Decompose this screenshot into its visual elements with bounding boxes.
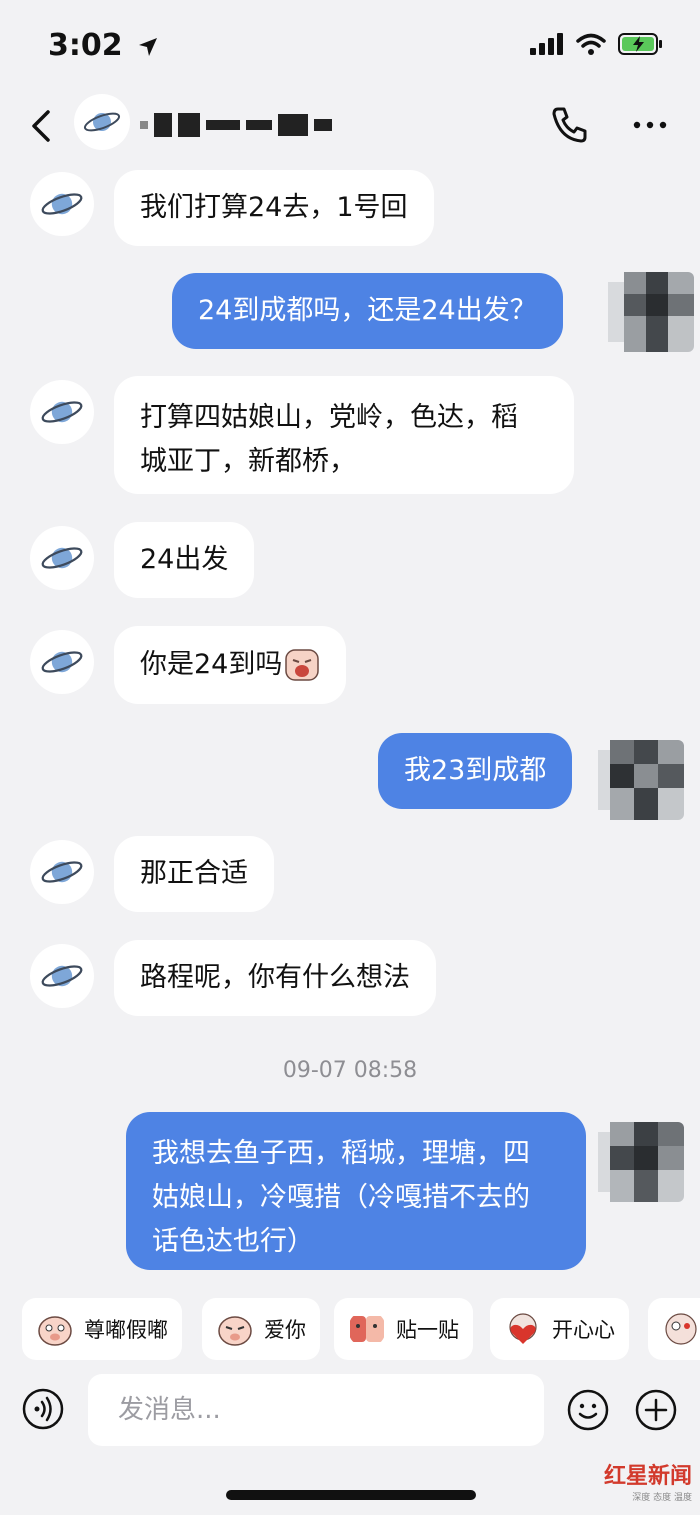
status-icons — [530, 32, 664, 56]
message-text: 路程呢，你有什么想法 — [140, 962, 410, 993]
sticker-chip-partial[interactable] — [648, 1298, 700, 1360]
sticker-chip[interactable]: 尊嘟假嘟 — [22, 1298, 182, 1360]
message-bubble-outgoing[interactable]: 24到成都吗，还是24出发？ — [172, 273, 563, 349]
quick-sticker-bar: 尊嘟假嘟 爱你 贴一贴 开心心 — [0, 1290, 700, 1368]
message-text: 那正合适 — [140, 858, 248, 889]
message-bubble-incoming[interactable]: 24出发 — [114, 522, 255, 598]
planet-icon — [41, 193, 83, 215]
message-bubble-incoming[interactable]: 路程呢，你有什么想法 — [114, 940, 436, 1016]
message-bubble-incoming[interactable]: 你是24到吗 — [114, 626, 347, 704]
hug-sticker-icon — [350, 1316, 384, 1342]
self-avatar-blurred[interactable] — [598, 740, 684, 820]
sticker-icon — [665, 1313, 697, 1345]
status-time: 3:02 — [48, 28, 159, 63]
contact-avatar[interactable] — [74, 94, 130, 150]
pig-face-icon — [218, 1316, 252, 1346]
planet-icon — [41, 965, 83, 987]
planet-icon — [41, 401, 83, 423]
watermark-text: 红星新闻 — [603, 1464, 692, 1489]
plus-icon[interactable] — [634, 1388, 678, 1432]
message-text-line: 话色达也行） — [152, 1226, 314, 1257]
heart-sticker-icon — [509, 1313, 537, 1344]
chat-header — [0, 90, 700, 170]
self-avatar-blurred[interactable] — [608, 272, 694, 352]
message-bubble-outgoing[interactable]: 我23到成都 — [378, 733, 573, 809]
back-arrow-icon[interactable] — [24, 106, 60, 146]
sticker-chip[interactable]: 爱你 — [202, 1298, 320, 1360]
sender-avatar[interactable] — [30, 526, 94, 590]
contact-name-masked — [140, 110, 332, 140]
planet-icon — [83, 112, 121, 132]
emoji-icon[interactable] — [566, 1388, 610, 1432]
sender-avatar[interactable] — [30, 944, 94, 1008]
message-timestamp: 09-07 08:58 — [282, 1058, 418, 1083]
pig-face-icon — [38, 1316, 72, 1346]
signal-icon — [530, 33, 563, 55]
watermark-logo: 红星新闻 深度 态度 温度 — [598, 1458, 698, 1512]
sticker-chip[interactable]: 贴一贴 — [334, 1298, 473, 1360]
planet-icon — [41, 651, 83, 673]
wifi-icon — [576, 33, 606, 55]
phone-icon[interactable] — [548, 104, 590, 146]
message-bubble-incoming[interactable]: 打算四姑娘山，党岭，色达，稻 城亚丁，新都桥， — [114, 376, 574, 494]
message-text-line: 城亚丁，新都桥， — [140, 446, 356, 477]
sticker-label: 贴一贴 — [396, 1318, 459, 1342]
status-bar: 3:02 — [0, 0, 700, 90]
crying-emoji-icon — [285, 649, 320, 681]
more-icon[interactable] — [630, 110, 670, 140]
sender-avatar[interactable] — [30, 172, 94, 236]
battery-charging-icon — [618, 33, 662, 55]
status-time-text: 3:02 — [48, 28, 123, 63]
message-text-line: 姑娘山，冷嘎措（冷嘎措不去的 — [152, 1182, 530, 1213]
self-avatar-blurred[interactable] — [598, 1122, 684, 1202]
planet-icon — [41, 861, 83, 883]
message-text: 我23到成都 — [404, 755, 547, 786]
message-text-line: 打算四姑娘山，党岭，色达，稻 — [140, 402, 518, 433]
watermark-subtext: 深度 态度 温度 — [632, 1493, 692, 1503]
sender-avatar[interactable] — [30, 630, 94, 694]
sticker-chip[interactable]: 开心心 — [490, 1298, 629, 1360]
sticker-label: 爱你 — [264, 1318, 306, 1342]
location-arrow-icon — [139, 37, 158, 56]
message-text-line: 我想去鱼子西，稻城，理塘，四 — [152, 1138, 530, 1169]
sender-avatar[interactable] — [30, 380, 94, 444]
message-text: 24到成都吗，还是24出发？ — [198, 295, 537, 326]
sender-avatar[interactable] — [30, 840, 94, 904]
planet-icon — [41, 547, 83, 569]
message-input-container[interactable] — [88, 1374, 544, 1446]
message-bubble-outgoing[interactable]: 我想去鱼子西，稻城，理塘，四 姑娘山，冷嘎措（冷嘎措不去的 话色达也行） — [126, 1112, 586, 1270]
message-text: 你是24到吗 — [140, 649, 283, 680]
message-text: 24出发 — [140, 544, 229, 575]
sticker-label: 尊嘟假嘟 — [84, 1318, 168, 1342]
home-indicator — [226, 1490, 476, 1500]
message-bubble-incoming[interactable]: 那正合适 — [114, 836, 274, 912]
message-input[interactable] — [118, 1395, 518, 1425]
message-bubble-incoming[interactable]: 我们打算24去，1号回 — [114, 170, 434, 246]
sticker-label: 开心心 — [552, 1318, 615, 1342]
message-text: 我们打算24去，1号回 — [140, 192, 408, 223]
voice-icon[interactable] — [22, 1388, 64, 1430]
